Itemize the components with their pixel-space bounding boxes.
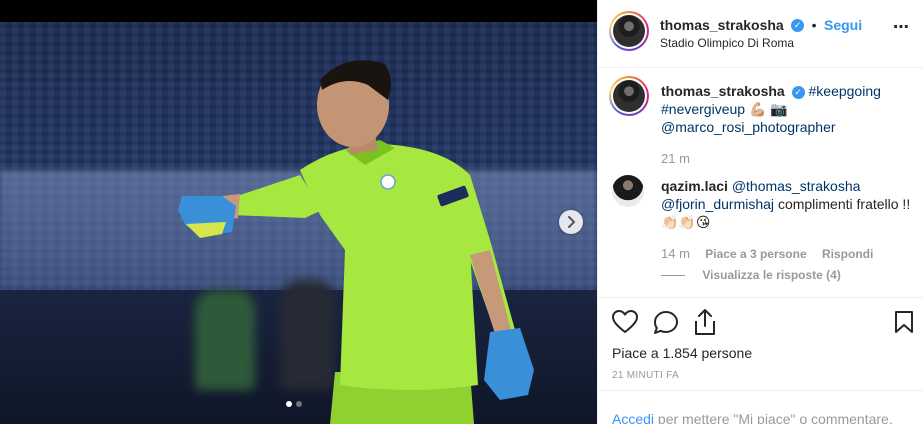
comment-time[interactable]: 14 m: [661, 246, 690, 261]
mention-link[interactable]: @fjorin_durmishaj: [661, 196, 774, 212]
view-replies-button[interactable]: Visualizza le risposte (4): [661, 268, 841, 282]
hashtag-link[interactable]: #keepgoing: [809, 83, 881, 99]
next-slide-button[interactable]: [559, 210, 583, 234]
post-location[interactable]: Stadio Olimpico Di Roma: [660, 36, 794, 50]
carousel-indicator: [286, 401, 302, 407]
comment-meta: 14 m Piace a 3 persone Rispondi: [661, 246, 873, 261]
post-header: thomas_strakosha ✓ • Segui Stadio Olimpi…: [598, 0, 923, 68]
separator-dot: •: [811, 17, 817, 33]
caption-author-avatar[interactable]: [609, 76, 649, 116]
verified-badge-icon: ✓: [791, 85, 805, 99]
bookmark-icon: [895, 311, 913, 333]
comment-icon: [654, 311, 678, 334]
author-avatar[interactable]: [609, 11, 649, 51]
login-prompt: Accedi per mettere "Mi piace" o commenta…: [598, 390, 923, 424]
follow-button[interactable]: Segui: [824, 17, 862, 33]
verified-badge-icon: ✓: [791, 19, 805, 33]
heart-icon: [612, 310, 638, 333]
comment-likes[interactable]: Piace a 3 persone: [705, 247, 806, 261]
caption-time[interactable]: 21 m: [661, 151, 690, 166]
carousel-dot-active: [286, 401, 292, 407]
comment-body: qazim.laci @thomas_strakosha @fjorin_dur…: [661, 177, 911, 231]
more-options-icon[interactable]: ⋯: [893, 17, 910, 37]
view-replies-label: Visualizza le risposte (4): [702, 268, 841, 282]
caption-author-username[interactable]: thomas_strakosha: [661, 83, 785, 99]
avatar-image: [613, 80, 645, 112]
reply-button[interactable]: Rispondi: [822, 247, 873, 261]
replies-divider: [661, 275, 685, 277]
hashtag-link[interactable]: #nevergiveup: [661, 101, 745, 117]
login-link[interactable]: Accedi: [612, 411, 654, 424]
comment-button[interactable]: [653, 310, 679, 341]
chevron-right-icon: [568, 216, 576, 228]
mention-link[interactable]: @marco_rosi_photographer: [661, 119, 836, 135]
share-icon: [695, 309, 715, 335]
post-side-panel: thomas_strakosha ✓ • Segui Stadio Olimpi…: [597, 0, 923, 424]
author-username[interactable]: thomas_strakosha: [660, 17, 784, 33]
commenter-username[interactable]: qazim.laci: [661, 178, 728, 194]
caption-emojis: 💪🏼 📷: [748, 101, 788, 117]
commenter-avatar[interactable]: [612, 175, 644, 207]
post-photo[interactable]: [0, 0, 597, 424]
login-prompt-text: per mettere "Mi piace" o commentare.: [654, 411, 893, 424]
likes-count[interactable]: Piace a 1.854 persone: [612, 345, 752, 361]
avatar-image: [613, 15, 645, 47]
share-button[interactable]: [693, 308, 717, 341]
post-caption: thomas_strakosha ✓ #keepgoing #nevergive…: [661, 82, 911, 136]
like-button[interactable]: [612, 310, 638, 339]
save-button[interactable]: [894, 310, 914, 339]
goalkeeper-figure: [178, 60, 534, 424]
action-bar: [598, 297, 923, 298]
likes-text: Piace a 1.854 persone: [612, 345, 753, 361]
post-timestamp: 21 MINUTI FA: [612, 370, 679, 381]
mention-link[interactable]: @thomas_strakosha: [732, 178, 861, 194]
carousel-dot: [296, 401, 302, 407]
